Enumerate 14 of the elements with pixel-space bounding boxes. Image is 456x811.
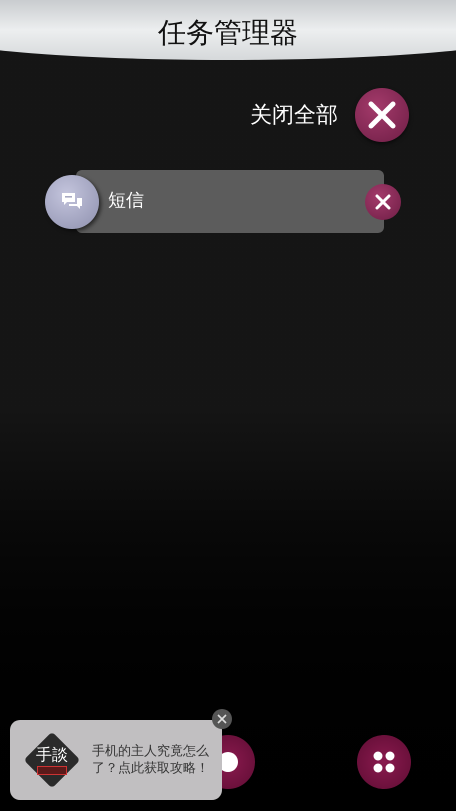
task-card[interactable]	[76, 170, 384, 233]
close-task-button[interactable]	[365, 184, 401, 220]
ad-popup[interactable]: 手談 手机的主人究竟怎么了？点此获取攻略！	[10, 720, 222, 800]
ad-message: 手机的主人究竟怎么了？点此获取攻略！	[92, 743, 210, 777]
close-icon	[368, 101, 396, 129]
close-icon	[375, 194, 391, 210]
four-dots-icon	[373, 751, 395, 773]
close-all-label: 关闭全部	[250, 102, 338, 130]
close-popup-button[interactable]	[212, 709, 232, 729]
close-icon	[217, 714, 227, 724]
task-label: 短信	[108, 189, 144, 213]
logo-text: 手談	[36, 746, 68, 764]
apps-button[interactable]	[357, 735, 411, 789]
window-title: 任务管理器	[158, 16, 298, 50]
